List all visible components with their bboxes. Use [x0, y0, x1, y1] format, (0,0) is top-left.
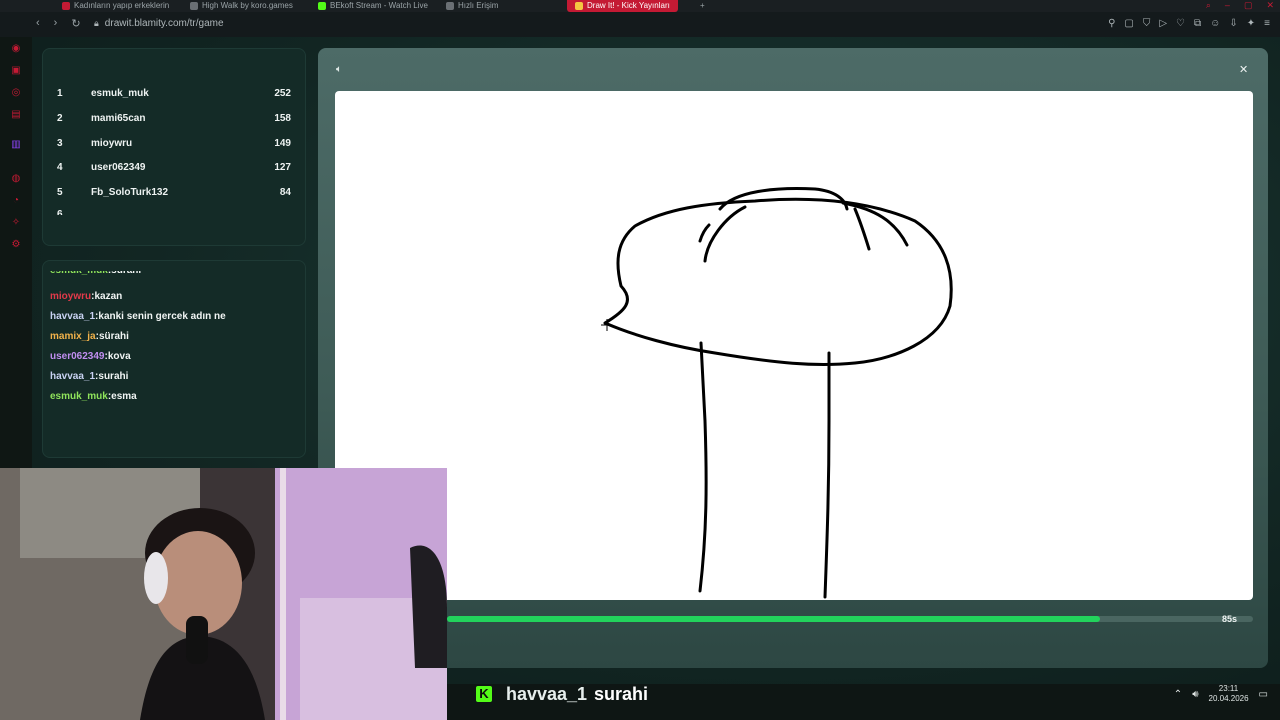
volume-icon[interactable]: 🔊︎: [1192, 689, 1198, 700]
drawing-canvas[interactable]: [335, 91, 1253, 600]
back-icon[interactable]: ‹: [36, 17, 40, 30]
profile-icon[interactable]: ☺: [1210, 18, 1220, 29]
player-icon[interactable]: ◍: [10, 173, 22, 185]
chat-username: havvaa_1: [50, 371, 96, 382]
overlay-username: havvaa_1: [506, 684, 588, 704]
chat-message: mioywru:kazan: [50, 291, 123, 302]
timer-bar-fill: [447, 616, 1100, 622]
leaderboard-row-partial: 6: [57, 209, 63, 215]
chat-username: mioywru: [50, 291, 92, 302]
settings-icon[interactable]: ⚙: [10, 239, 22, 251]
url-field[interactable]: 🔒︎ drawit.blamity.com/tr/game: [94, 18, 224, 29]
browser-tab-bar: Kadınların yapıp erkeklerin High Walk by…: [0, 0, 1280, 12]
page-icon: [190, 2, 198, 10]
snapshot-icon[interactable]: ▢: [1124, 18, 1133, 29]
extensions-icon[interactable]: ⧉: [1194, 18, 1201, 29]
browser-tab[interactable]: Kadınların yapıp erkeklerin: [60, 0, 169, 12]
leaderboard-panel: 1 esmuk_muk 252 2 mami65can 158 3 mioywr…: [42, 48, 306, 246]
heart-icon[interactable]: ♡: [1176, 18, 1185, 29]
chat-message: esmuk_muk:surahi: [50, 271, 141, 279]
lock-icon: 🔒︎: [94, 18, 99, 28]
kick-icon: [318, 2, 326, 10]
browser-toolbar: ⚲ ▢ ⛉ ▷ ♡ ⧉ ☺ ⇩ ✦ ≡: [1108, 18, 1270, 29]
overlay-message: surahi: [594, 684, 649, 704]
browser-tab[interactable]: Hızlı Erişim: [444, 0, 498, 12]
twitch-icon[interactable]: ▥: [10, 139, 22, 151]
drawing: [601, 187, 953, 599]
new-tab-button[interactable]: +: [698, 0, 705, 12]
browser-tab-active[interactable]: Draw It! - Kick Yayınları: [567, 0, 678, 12]
pin-icon[interactable]: ⚲: [1108, 18, 1115, 29]
speaker-icon[interactable]: 🔈︎: [336, 64, 342, 75]
browser-tab[interactable]: High Walk by koro.games: [188, 0, 293, 12]
clock[interactable]: 23:11 20.04.2026: [1209, 684, 1249, 704]
extensions-sidebar-icon[interactable]: ✧: [10, 217, 22, 229]
chat-username: havvaa_1: [50, 311, 96, 322]
leaderboard-row: 4 user062349 127: [57, 162, 291, 173]
youtube-icon: [62, 2, 70, 10]
notification-icon[interactable]: ▭: [1259, 689, 1268, 700]
minimize-icon[interactable]: –: [1225, 0, 1230, 11]
chat-username: user062349: [50, 351, 105, 362]
chat-username: esmuk_muk: [50, 271, 108, 276]
close-window-icon[interactable]: ✕: [1266, 0, 1274, 11]
timer-bar: [447, 616, 1253, 622]
chat-message: esmuk_muk:esma: [50, 391, 137, 402]
maximize-icon[interactable]: ▢: [1244, 0, 1253, 11]
search-icon[interactable]: ⌕: [1206, 0, 1211, 11]
speed-dial-icon: [446, 2, 454, 10]
close-icon[interactable]: ✕: [1239, 63, 1248, 76]
history-icon[interactable]: ◔: [10, 195, 22, 207]
browser-tab[interactable]: BEkoft Stream - Watch Live: [316, 0, 428, 12]
kick-logo: K: [476, 686, 492, 702]
chat-message: user062349:kova: [50, 351, 131, 362]
messenger-icon[interactable]: ▤: [10, 109, 22, 121]
play-icon[interactable]: ▷: [1159, 18, 1167, 29]
chevron-up-icon[interactable]: ⌃: [1174, 689, 1182, 700]
webcam-overlay: [0, 468, 447, 720]
chat-message: mamix_ja:sürahi: [50, 331, 129, 342]
reload-icon[interactable]: ↻: [71, 17, 80, 30]
system-tray: ⌃ 🔊︎ 23:11 20.04.2026 ▭: [1174, 684, 1268, 704]
instagram-icon[interactable]: ◎: [10, 87, 22, 99]
download-icon[interactable]: ⇩: [1229, 18, 1237, 29]
shield-icon[interactable]: ⛉: [1143, 18, 1151, 29]
leaderboard-row: 5 Fb_SoloTurk132 84: [57, 187, 291, 198]
chat-message: havvaa_1:kanki senin gercek adın ne: [50, 311, 226, 322]
window-controls: ⌕ – ▢ ✕: [1206, 0, 1274, 11]
chat-username: mamix_ja: [50, 331, 96, 342]
drawit-icon: [575, 2, 583, 10]
chat-username: esmuk_muk: [50, 391, 108, 402]
chat-message: havvaa_1:surahi: [50, 371, 129, 382]
leaderboard-row: 3 mioywru 149: [57, 138, 291, 149]
forward-icon[interactable]: ›: [54, 17, 58, 30]
address-bar: ‹ › ↻ 🔒︎ drawit.blamity.com/tr/game ⚲ ▢ …: [0, 12, 1280, 37]
ai-icon[interactable]: ✦: [1247, 18, 1255, 29]
nav-buttons: ‹ › ↻: [36, 17, 81, 30]
aria-icon[interactable]: ◉: [10, 43, 22, 55]
leaderboard-row: 1 esmuk_muk 252: [57, 88, 291, 99]
timer-label: 85s: [1222, 614, 1238, 624]
browser-sidebar: ◉ ▣ ◎ ▤ ▥ ◍ ◔ ✧ ⚙: [0, 37, 32, 470]
chat-panel: esmuk_muk:surahi mioywru:kazan havvaa_1:…: [42, 260, 306, 458]
menu-icon[interactable]: ≡: [1264, 18, 1270, 29]
leaderboard-row: 2 mami65can 158: [57, 113, 291, 124]
shopping-icon[interactable]: ▣: [10, 65, 22, 77]
